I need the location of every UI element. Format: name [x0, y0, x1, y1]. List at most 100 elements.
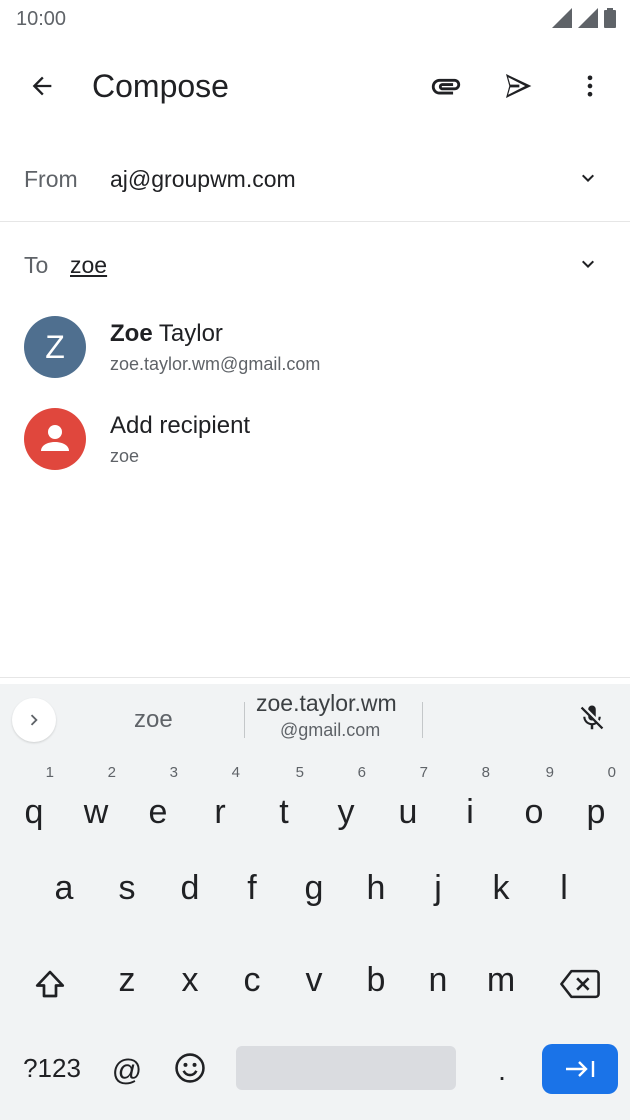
to-row: To zoe: [0, 224, 630, 308]
key-letter: o: [524, 792, 544, 831]
key-h[interactable]: h: [350, 860, 402, 916]
key-number-hint: 2: [107, 764, 116, 781]
from-label: From: [24, 166, 78, 192]
paperclip-icon: [431, 78, 461, 95]
keyboard: ?123 @ . 1q2w3e4r5t6y7u8i9o0pasdfghjklzx…: [0, 754, 630, 1120]
key-letter: r: [214, 792, 226, 831]
key-shift[interactable]: [22, 956, 78, 1012]
signal-icon: [552, 8, 572, 28]
suggestion-name: Add recipient: [110, 412, 251, 439]
arrow-back-icon: [32, 76, 52, 96]
tab-next-icon: [566, 1061, 595, 1077]
person-icon: [41, 425, 69, 451]
status-bar: 10:00: [0, 0, 630, 40]
suggestion-name-rest: Taylor: [152, 320, 223, 347]
signal-icon-2: [578, 8, 598, 28]
suggestion-email: zoe.taylor.wm@gmail.com: [110, 354, 321, 374]
send-button[interactable]: [494, 66, 542, 106]
word-suggestion[interactable]: zoe: [134, 706, 173, 734]
key-u[interactable]: 7u: [382, 764, 434, 834]
key-letter: y: [337, 792, 355, 831]
avatar: [24, 408, 86, 470]
key-number-hint: 4: [231, 764, 240, 781]
key-number-hint: 9: [545, 764, 554, 781]
key-next[interactable]: [542, 1044, 618, 1094]
mic-off-icon: [580, 705, 604, 730]
key-number-hint: 3: [169, 764, 178, 781]
email-suggestion-domain: @gmail.com: [280, 720, 381, 740]
key-number-hint: 7: [419, 764, 428, 781]
key-x[interactable]: x: [164, 952, 216, 1008]
key-backspace[interactable]: [552, 956, 608, 1012]
chevron-down-icon[interactable]: [576, 252, 600, 276]
key-letter: t: [279, 792, 289, 831]
status-icons: [552, 8, 616, 28]
from-row: From aj@groupwm.com: [0, 136, 630, 222]
key-at[interactable]: @: [104, 1046, 150, 1096]
key-z[interactable]: z: [101, 952, 153, 1008]
key-p[interactable]: 0p: [570, 764, 622, 834]
key-e[interactable]: 3e: [132, 764, 184, 834]
page-title: Compose: [92, 68, 229, 104]
avatar: Z: [24, 316, 86, 378]
mic-off-button[interactable]: [576, 702, 608, 734]
backspace-icon: [560, 969, 600, 999]
key-i[interactable]: 8i: [444, 764, 496, 834]
avatar-letter: Z: [45, 328, 65, 365]
from-account-selector[interactable]: aj@groupwm.com: [110, 166, 296, 193]
status-time: 10:00: [16, 8, 67, 30]
key-number-hint: 1: [45, 764, 54, 781]
key-y[interactable]: 6y: [320, 764, 372, 834]
more-options-button[interactable]: [568, 66, 612, 106]
key-a[interactable]: a: [38, 860, 90, 916]
key-period[interactable]: .: [480, 1046, 524, 1096]
key-t[interactable]: 5t: [258, 764, 310, 834]
suggestion-name-match: Zoe: [110, 320, 153, 347]
key-v[interactable]: v: [288, 952, 340, 1008]
to-input[interactable]: zoe: [70, 252, 107, 279]
key-n[interactable]: n: [412, 952, 464, 1008]
key-w[interactable]: 2w: [70, 764, 122, 834]
to-label: To: [24, 252, 49, 278]
key-k[interactable]: k: [475, 860, 527, 916]
key-m[interactable]: m: [475, 952, 527, 1008]
contact-suggestion[interactable]: Z Zoe Taylor zoe.taylor.wm@gmail.com: [0, 316, 630, 406]
key-number-hint: 0: [607, 764, 616, 781]
key-c[interactable]: c: [226, 952, 278, 1008]
back-button[interactable]: [20, 66, 64, 106]
key-letter: p: [586, 792, 606, 831]
key-number-hint: 8: [481, 764, 490, 781]
key-s[interactable]: s: [101, 860, 153, 916]
key-letter: e: [148, 792, 168, 831]
key-d[interactable]: d: [164, 860, 216, 916]
key-letter: q: [24, 792, 44, 831]
key-l[interactable]: l: [538, 860, 590, 916]
key-g[interactable]: g: [288, 860, 340, 916]
key-j[interactable]: j: [412, 860, 464, 916]
key-r[interactable]: 4r: [194, 764, 246, 834]
send-icon: [506, 74, 532, 98]
key-o[interactable]: 9o: [508, 764, 560, 834]
key-emoji[interactable]: [166, 1044, 214, 1092]
suggestion-query: zoe: [110, 446, 140, 466]
expand-toolbar-button[interactable]: [12, 698, 56, 742]
key-letter: u: [398, 792, 418, 831]
key-f[interactable]: f: [226, 860, 278, 916]
chevron-right-icon: [30, 714, 38, 726]
app-bar: Compose: [0, 48, 630, 124]
suggestion-separator: [422, 702, 423, 738]
key-q[interactable]: 1q: [8, 764, 60, 834]
key-b[interactable]: b: [350, 952, 402, 1008]
key-number-hint: 5: [295, 764, 304, 781]
email-suggestion[interactable]: zoe.taylor.wm: [256, 690, 397, 717]
chevron-down-icon[interactable]: [576, 166, 600, 190]
key-symbols[interactable]: ?123: [14, 1046, 90, 1090]
key-space[interactable]: [236, 1046, 456, 1090]
shift-icon: [35, 970, 65, 998]
key-letter: w: [83, 792, 109, 831]
keyboard-suggestion-bar: zoe zoe.taylor.wm @gmail.com: [0, 684, 630, 754]
add-recipient-suggestion[interactable]: Add recipient zoe: [0, 408, 630, 498]
suggestion-name: Zoe Taylor: [110, 320, 223, 348]
attach-button[interactable]: [422, 66, 470, 106]
key-letter: i: [466, 792, 474, 831]
